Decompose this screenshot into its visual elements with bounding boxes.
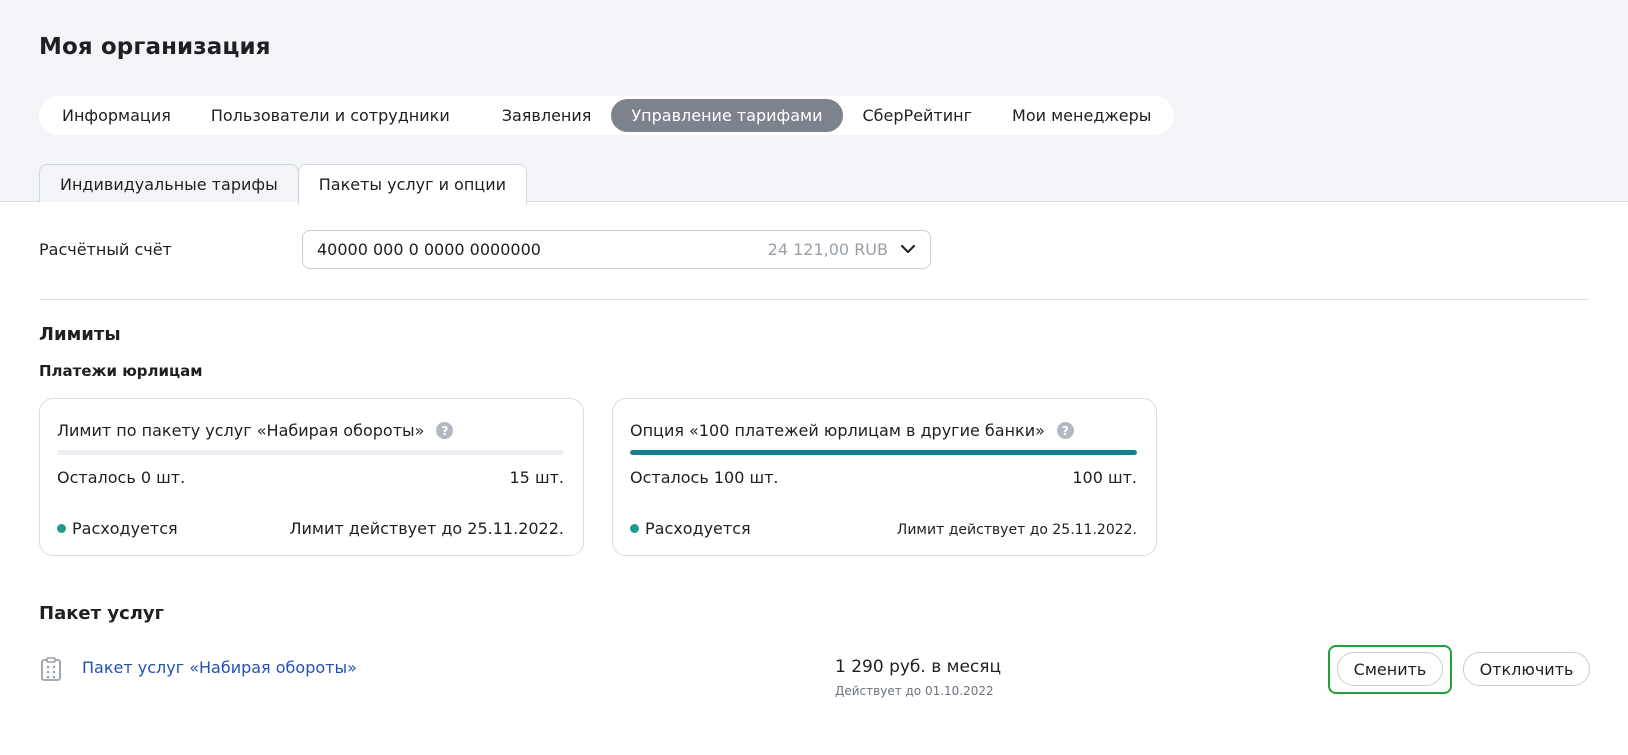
limit-valid-until: Лимит действует до 25.11.2022. xyxy=(289,519,564,538)
payments-subheading: Платежи юрлицам xyxy=(39,362,203,380)
package-link[interactable]: Пакет услуг «Набирая обороты» xyxy=(82,658,357,677)
limit-card-option: Опция «100 платежей юрлицам в другие бан… xyxy=(612,398,1157,556)
help-icon[interactable]: ? xyxy=(436,422,454,439)
limit-valid-until: Лимит действует до 25.11.2022. xyxy=(896,522,1137,538)
package-valid-until: Действует до 01.10.2022 xyxy=(835,684,994,698)
content: Расчётный счёт 40000 000 0 0000 0000000 … xyxy=(0,202,1628,755)
account-label: Расчётный счёт xyxy=(39,240,172,259)
limit-status-text: Расходуется xyxy=(72,519,178,538)
account-balance: 24 121,00 RUB xyxy=(767,240,888,259)
limit-remaining: Осталось 100 шт. xyxy=(630,468,779,487)
subtab-individual-tariffs[interactable]: Индивидуальные тарифы xyxy=(39,164,299,203)
account-number: 40000 000 0 0000 0000000 xyxy=(317,240,541,259)
limit-card-title-text: Лимит по пакету услуг «Набирая обороты» xyxy=(57,421,425,440)
limit-card-title-text: Опция «100 платежей юрлицам в другие бан… xyxy=(630,421,1045,440)
nav-tab-info[interactable]: Информация xyxy=(42,99,191,132)
package-price: 1 290 руб. в месяц xyxy=(835,657,1002,677)
limit-status-text: Расходуется xyxy=(645,519,751,538)
limit-status: Расходуется xyxy=(57,519,178,538)
limit-progress-bar xyxy=(630,450,1137,455)
change-package-button[interactable]: Сменить xyxy=(1337,652,1443,686)
package-icon xyxy=(40,657,62,682)
status-dot xyxy=(630,524,639,533)
limits-heading: Лимиты xyxy=(39,324,121,345)
limit-progress-fill xyxy=(630,450,1137,455)
limit-status: Расходуется xyxy=(630,519,751,538)
limit-total: 15 шт. xyxy=(509,468,565,487)
nav-tab-applications[interactable]: Заявления xyxy=(482,99,612,132)
subtabs: Индивидуальные тарифы Пакеты услуг и опц… xyxy=(39,164,527,204)
divider xyxy=(39,299,1589,300)
nav-tab-sberrating[interactable]: СберРейтинг xyxy=(843,99,993,132)
limit-card-title: Лимит по пакету услуг «Набирая обороты» … xyxy=(57,421,454,440)
nav-tab-managers[interactable]: Мои менеджеры xyxy=(992,99,1171,132)
disable-package-button[interactable]: Отключить xyxy=(1463,652,1590,686)
header: Моя организация Информация Пользователи … xyxy=(0,0,1628,204)
main-nav: Информация Пользователи и сотрудники Зая… xyxy=(39,96,1175,135)
package-heading: Пакет услуг xyxy=(39,603,165,624)
page-title: Моя организация xyxy=(39,34,271,60)
status-dot xyxy=(57,524,66,533)
page: Моя организация Информация Пользователи … xyxy=(0,0,1628,755)
chevron-down-icon xyxy=(900,242,916,258)
limit-total: 100 шт. xyxy=(1072,468,1137,487)
limit-remaining: Осталось 0 шт. xyxy=(57,468,186,487)
subtab-service-packages[interactable]: Пакеты услуг и опции xyxy=(297,164,527,204)
limit-card-title: Опция «100 платежей юрлицам в другие бан… xyxy=(630,421,1074,440)
help-icon[interactable]: ? xyxy=(1056,422,1074,439)
limit-card-package: Лимит по пакету услуг «Набирая обороты» … xyxy=(39,398,584,556)
nav-tab-users[interactable]: Пользователи и сотрудники xyxy=(191,99,470,132)
limit-progress-bar xyxy=(57,450,564,455)
account-select[interactable]: 40000 000 0 0000 0000000 24 121,00 RUB xyxy=(302,230,931,269)
nav-tab-tariffs[interactable]: Управление тарифами xyxy=(611,99,843,132)
